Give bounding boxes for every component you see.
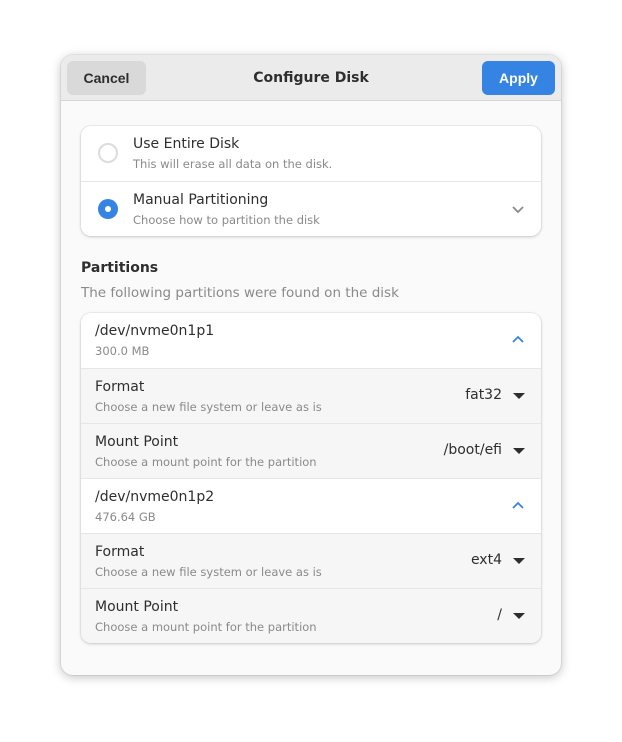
format-row[interactable]: Format Choose a new file system or leave… — [81, 533, 541, 588]
mount-point-row[interactable]: Mount Point Choose a mount point for the… — [81, 423, 541, 478]
chevron-up-icon[interactable] — [511, 333, 525, 347]
partition-size: 476.64 GB — [95, 510, 156, 524]
mount-point-subtitle: Choose a mount point for the partition — [95, 455, 317, 469]
format-label: Format — [95, 379, 145, 395]
format-subtitle: Choose a new file system or leave as is — [95, 565, 322, 579]
mount-point-label: Mount Point — [95, 434, 179, 450]
option-title: Use Entire Disk — [133, 136, 240, 152]
dropdown-arrow-icon[interactable] — [513, 558, 525, 564]
partitions-description: The following partitions were found on t… — [81, 285, 399, 301]
partitions-card: /dev/nvme0n1p1 300.0 MB Format Choose a … — [81, 313, 541, 643]
partition-row[interactable]: /dev/nvme0n1p2 476.64 GB — [81, 478, 541, 533]
option-use-entire-disk[interactable]: Use Entire Disk This will erase all data… — [81, 126, 541, 181]
format-dropdown-value[interactable]: fat32 — [465, 387, 502, 403]
option-subtitle: This will erase all data on the disk. — [133, 157, 333, 171]
radio-button[interactable] — [98, 143, 118, 163]
partitions-heading: Partitions — [81, 260, 159, 276]
format-subtitle: Choose a new file system or leave as is — [95, 400, 322, 414]
partition-size: 300.0 MB — [95, 344, 150, 358]
partition-device: /dev/nvme0n1p1 — [95, 323, 215, 339]
chevron-up-icon[interactable] — [511, 499, 525, 513]
mount-point-dropdown-value[interactable]: /boot/efi — [444, 442, 502, 458]
option-subtitle: Choose how to partition the disk — [133, 213, 320, 227]
cancel-button[interactable]: Cancel — [67, 61, 146, 95]
header-bar: Cancel Configure Disk Apply — [61, 55, 561, 101]
configure-disk-dialog: Cancel Configure Disk Apply Use Entire D… — [61, 55, 561, 675]
mount-point-row[interactable]: Mount Point Choose a mount point for the… — [81, 588, 541, 643]
option-manual-partitioning[interactable]: Manual Partitioning Choose how to partit… — [81, 181, 541, 236]
dropdown-arrow-icon[interactable] — [513, 393, 525, 399]
apply-button[interactable]: Apply — [482, 61, 555, 95]
radio-button-selected[interactable] — [98, 199, 118, 219]
mount-point-label: Mount Point — [95, 599, 179, 615]
disk-options-card: Use Entire Disk This will erase all data… — [81, 126, 541, 236]
dropdown-arrow-icon[interactable] — [513, 448, 525, 454]
partition-row[interactable]: /dev/nvme0n1p1 300.0 MB — [81, 313, 541, 368]
dropdown-arrow-icon[interactable] — [513, 613, 525, 619]
format-label: Format — [95, 544, 145, 560]
mount-point-dropdown-value[interactable]: / — [497, 607, 502, 623]
chevron-down-icon[interactable] — [511, 202, 525, 216]
format-row[interactable]: Format Choose a new file system or leave… — [81, 368, 541, 423]
partition-device: /dev/nvme0n1p2 — [95, 489, 215, 505]
option-title: Manual Partitioning — [133, 192, 269, 208]
mount-point-subtitle: Choose a mount point for the partition — [95, 620, 317, 634]
format-dropdown-value[interactable]: ext4 — [471, 552, 502, 568]
